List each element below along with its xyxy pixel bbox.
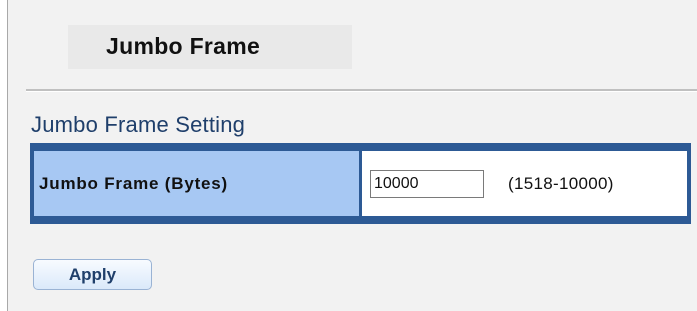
jumbo-frame-bytes-input[interactable]	[370, 169, 484, 198]
jumbo-frame-label: Jumbo Frame (Bytes)	[39, 173, 229, 193]
page-title-box: Jumbo Frame	[68, 25, 352, 69]
apply-button[interactable]: Apply	[33, 259, 152, 290]
section-title: Jumbo Frame Setting	[31, 112, 246, 137]
jumbo-frame-setting-table: Jumbo Frame (Bytes) (1518-10000)	[30, 143, 691, 224]
jumbo-frame-row: Jumbo Frame (Bytes) (1518-10000)	[34, 151, 687, 216]
jumbo-frame-range: (1518-10000)	[508, 173, 614, 193]
jumbo-frame-label-cell: Jumbo Frame (Bytes)	[34, 151, 359, 216]
jumbo-frame-value-cell: (1518-10000)	[362, 151, 687, 216]
left-frame-border	[0, 0, 8, 311]
page-title: Jumbo Frame	[106, 33, 261, 59]
title-divider	[26, 89, 697, 92]
